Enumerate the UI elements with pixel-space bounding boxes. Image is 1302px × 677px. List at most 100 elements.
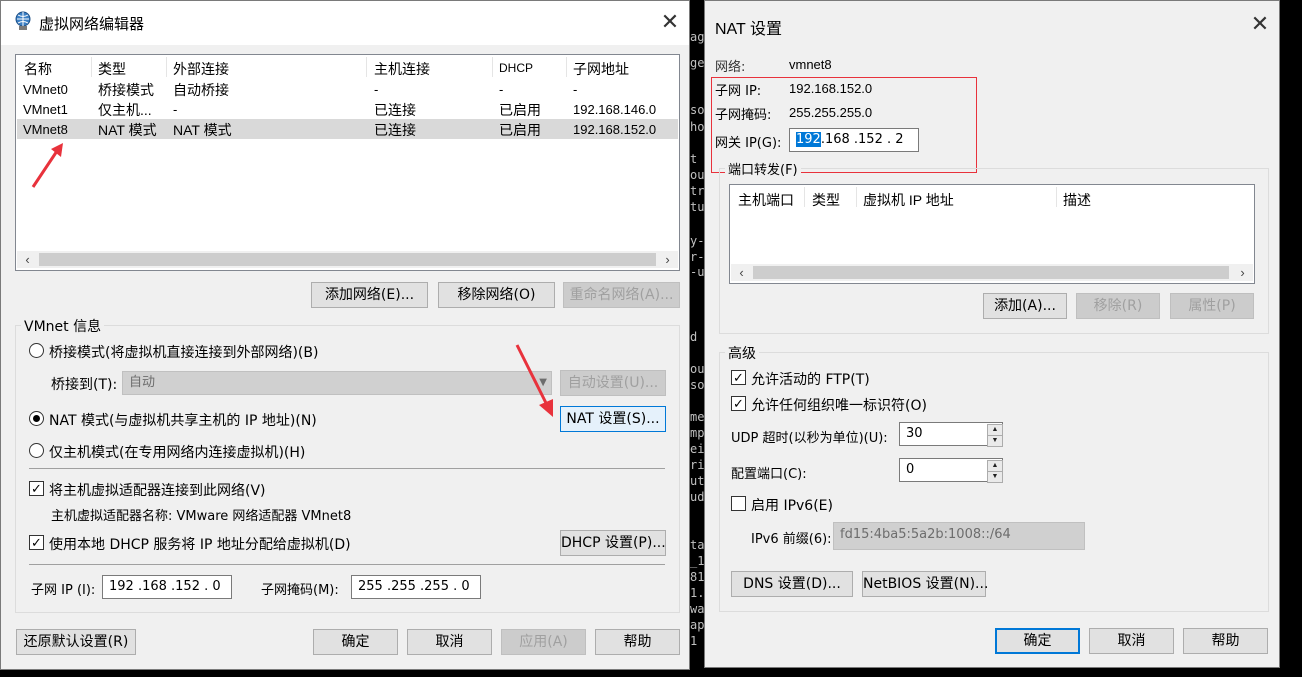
scroll-right-icon[interactable]: ›	[659, 251, 676, 268]
add-port-button[interactable]: 添加(A)...	[983, 293, 1067, 319]
network-list[interactable]: 名称 类型 外部连接 主机连接 DHCP 子网地址 VMnet0 桥接模式 自动…	[15, 54, 680, 271]
cancel-button[interactable]: 取消	[407, 629, 492, 655]
virtual-network-editor-window: 虚拟网络编辑器 ✕ 名称 类型 外部连接 主机连接 DHCP 子网地址 VMne…	[0, 0, 690, 670]
col-type[interactable]: 类型	[812, 190, 840, 210]
col-external[interactable]: 外部连接	[173, 59, 229, 79]
config-port-label: 配置端口(C):	[731, 467, 807, 482]
list-horizontal-scrollbar[interactable]: ‹ ›	[17, 251, 678, 268]
use-dhcp-checkbox[interactable]: ✓	[29, 535, 44, 550]
enable-ipv6-checkbox[interactable]	[731, 496, 746, 511]
apply-button[interactable]: 应用(A)	[501, 629, 586, 655]
nat-settings-button[interactable]: NAT 设置(S)...	[560, 406, 666, 432]
terminal-text: so	[690, 103, 704, 117]
rename-network-button[interactable]: 重命名网络(A)...	[563, 282, 680, 308]
terminal-text: ho	[690, 120, 704, 134]
allow-oui-checkbox[interactable]: ✓	[731, 396, 746, 411]
ok-button[interactable]: 确定	[313, 629, 398, 655]
netbios-settings-button[interactable]: NetBIOS 设置(N)...	[862, 571, 988, 597]
title-bar: NAT 设置 ✕	[705, 1, 1279, 45]
col-description[interactable]: 描述	[1063, 190, 1091, 210]
help-button[interactable]: 帮助	[595, 629, 680, 655]
row1-dhcp: 已启用	[499, 102, 541, 118]
terminal-text: _1	[690, 554, 704, 568]
bridge-mode-radio[interactable]	[29, 343, 44, 358]
connect-adapter-label[interactable]: 将主机虚拟适配器连接到此网络(V)	[49, 480, 266, 500]
col-subnet[interactable]: 子网地址	[573, 59, 629, 79]
terminal-text: tu	[690, 200, 704, 214]
scroll-left-icon[interactable]: ‹	[733, 264, 750, 281]
col-dhcp[interactable]: DHCP	[499, 61, 533, 75]
port-properties-button[interactable]: 属性(P)	[1170, 293, 1254, 319]
row0-name[interactable]: VMnet0	[23, 82, 68, 97]
terminal-text: t	[690, 152, 698, 166]
subnet-ip-field[interactable]: 192 .168 .152 . 0	[102, 575, 232, 599]
cancel-button[interactable]: 取消	[1089, 628, 1174, 654]
nat-settings-window: NAT 设置 ✕ 网络: vmnet8 子网 IP: 192.168.152.0…	[704, 0, 1280, 668]
row2-name[interactable]: VMnet8	[23, 122, 68, 137]
allow-ftp-label[interactable]: 允许活动的 FTP(T)	[751, 369, 870, 389]
terminal-text: mp	[690, 426, 704, 440]
terminal-text: ud	[690, 490, 704, 504]
row1-subnet: 192.168.146.0	[573, 102, 657, 117]
scroll-thumb[interactable]	[753, 266, 1229, 279]
dhcp-settings-button[interactable]: DHCP 设置(P)...	[560, 530, 666, 556]
row1-host: 已连接	[374, 102, 416, 118]
subnet-mask-field[interactable]: 255 .255 .255 . 0	[351, 575, 481, 599]
help-button[interactable]: 帮助	[1183, 628, 1268, 654]
row0-host: -	[374, 82, 379, 97]
use-dhcp-label[interactable]: 使用本地 DHCP 服务将 IP 地址分配给虚拟机(D)	[49, 534, 351, 554]
connect-adapter-checkbox[interactable]: ✓	[29, 481, 44, 496]
bridge-to-value: 自动	[129, 375, 156, 390]
port-forwarding-list[interactable]: 主机端口 类型 虚拟机 IP 地址 描述 ‹ ›	[729, 184, 1255, 284]
spin-down-icon[interactable]: ▼	[987, 471, 1003, 483]
row2-host: 已连接	[374, 122, 416, 138]
ipv6-prefix-field[interactable]: fd15:4ba5:5a2b:1008::/64	[833, 522, 1085, 550]
row1-name[interactable]: VMnet1	[23, 102, 68, 117]
host-only-radio[interactable]	[29, 443, 44, 458]
adapter-name-text: 主机虚拟适配器名称: VMware 网络适配器 VMnet8	[51, 509, 352, 524]
dns-settings-button[interactable]: DNS 设置(D)...	[731, 571, 853, 597]
row0-subnet: -	[573, 82, 578, 97]
terminal-text: -u	[690, 265, 704, 279]
col-name[interactable]: 名称	[24, 59, 52, 79]
allow-ftp-checkbox[interactable]: ✓	[731, 370, 746, 385]
scroll-right-icon[interactable]: ›	[1234, 264, 1251, 281]
col-host-port[interactable]: 主机端口	[738, 190, 794, 210]
col-vm-ip[interactable]: 虚拟机 IP 地址	[863, 190, 954, 210]
allow-oui-label[interactable]: 允许任何组织唯一标识符(O)	[751, 395, 927, 415]
network-value: vmnet8	[789, 57, 832, 72]
network-globe-icon	[15, 11, 31, 30]
spin-down-icon[interactable]: ▼	[987, 435, 1003, 447]
terminal-text: d	[690, 330, 698, 344]
nat-mode-radio[interactable]	[29, 411, 44, 426]
list-horizontal-scrollbar[interactable]: ‹ ›	[731, 264, 1253, 281]
udp-timeout-label: UDP 超时(以秒为单位)(U):	[731, 431, 888, 446]
remove-network-button[interactable]: 移除网络(O)	[438, 282, 555, 308]
close-button[interactable]: ✕	[1245, 11, 1275, 37]
scroll-thumb[interactable]	[39, 253, 656, 266]
row0-external: 自动桥接	[173, 82, 229, 98]
bridge-to-select[interactable]: 自动 ▼	[122, 371, 552, 395]
nat-mode-label[interactable]: NAT 模式(与虚拟机共享主机的 IP 地址)(N)	[49, 410, 317, 430]
ok-button[interactable]: 确定	[995, 628, 1080, 654]
bridge-mode-label[interactable]: 桥接模式(将虚拟机直接连接到外部网络)(B)	[49, 342, 318, 362]
scroll-left-icon[interactable]: ‹	[19, 251, 36, 268]
terminal-text: ge	[690, 56, 704, 70]
add-network-button[interactable]: 添加网络(E)...	[311, 282, 428, 308]
host-only-label[interactable]: 仅主机模式(在专用网络内连接虚拟机)(H)	[49, 442, 305, 462]
close-button[interactable]: ✕	[655, 9, 685, 35]
terminal-text: tr	[690, 184, 704, 198]
port-forwarding-label: 端口转发(F)	[725, 159, 801, 178]
auto-settings-button[interactable]: 自动设置(U)...	[560, 370, 666, 396]
terminal-text: ut	[690, 474, 704, 488]
enable-ipv6-label[interactable]: 启用 IPv6(E)	[751, 495, 833, 515]
row0-dhcp: -	[499, 82, 504, 97]
terminal-text: 1	[690, 634, 698, 648]
col-host[interactable]: 主机连接	[374, 59, 430, 79]
bridge-to-label: 桥接到(T):	[51, 377, 118, 393]
window-title: 虚拟网络编辑器	[39, 16, 145, 33]
remove-port-button[interactable]: 移除(R)	[1076, 293, 1160, 319]
col-type[interactable]: 类型	[98, 59, 126, 79]
subnet-ip-label: 子网 IP (I):	[31, 583, 96, 598]
restore-defaults-button[interactable]: 还原默认设置(R)	[16, 629, 136, 655]
